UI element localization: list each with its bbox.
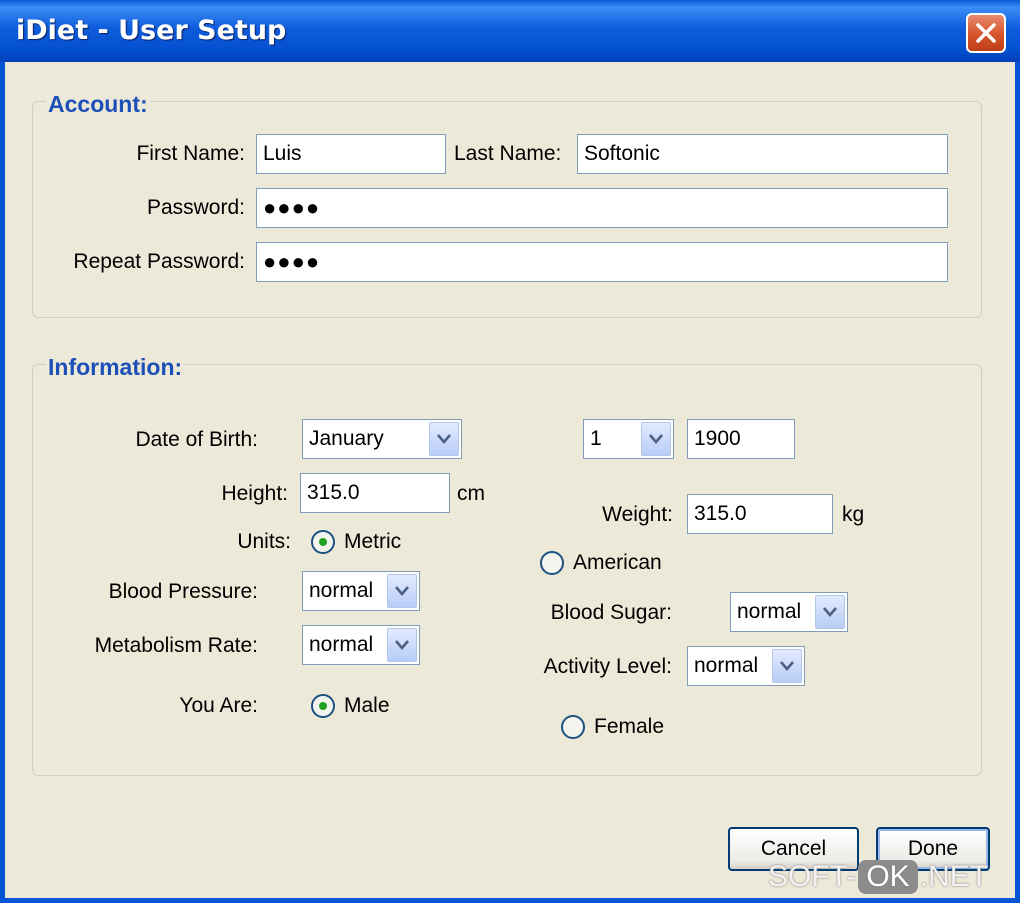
chevron-down-icon[interactable] [429, 422, 459, 456]
close-icon [976, 23, 996, 43]
chevron-down-icon[interactable] [772, 649, 802, 683]
watermark-middle: OK [858, 860, 918, 894]
activity-level-value: normal [694, 654, 759, 677]
blood-sugar-label: Blood Sugar: [550, 601, 672, 624]
units-metric-radio[interactable] [311, 530, 335, 554]
blood-pressure-value: normal [309, 579, 374, 602]
activity-level-label: Activity Level: [543, 655, 672, 678]
blood-sugar-select[interactable]: normal [730, 592, 848, 632]
blood-pressure-label: Blood Pressure: [108, 580, 258, 603]
dob-month-select[interactable]: January [302, 419, 462, 459]
title-bar[interactable]: iDiet - User Setup [0, 0, 1020, 62]
metabolism-label: Metabolism Rate: [94, 634, 258, 657]
gender-female-radio[interactable] [561, 715, 585, 739]
units-american-label[interactable]: American [573, 551, 662, 575]
gender-male-radio[interactable] [311, 694, 335, 718]
weight-unit: kg [842, 503, 865, 526]
dob-year-field[interactable]: 1900 [687, 419, 795, 459]
blood-sugar-value: normal [737, 600, 802, 623]
height-label: Height: [221, 482, 288, 505]
weight-field[interactable]: 315.0 [687, 494, 833, 534]
gender-female-label[interactable]: Female [594, 715, 664, 739]
gender-male-label[interactable]: Male [344, 694, 390, 718]
activity-level-select[interactable]: normal [687, 646, 805, 686]
dob-label: Date of Birth: [135, 428, 258, 451]
dob-day-value: 1 [590, 427, 602, 450]
password-field[interactable]: ●●●● [256, 188, 948, 228]
window-frame-right [1015, 62, 1020, 903]
watermark: SOFT- OK .NET [768, 857, 988, 897]
close-button[interactable] [966, 13, 1006, 53]
weight-label: Weight: [602, 503, 673, 526]
units-american-radio[interactable] [540, 551, 564, 575]
height-field[interactable]: 315.0 [300, 473, 450, 513]
last-name-field[interactable]: Softonic [577, 134, 948, 174]
window-frame-left [0, 62, 5, 903]
units-metric-label[interactable]: Metric [344, 530, 401, 554]
chevron-down-icon[interactable] [387, 628, 417, 662]
watermark-left: SOFT- [768, 860, 857, 893]
last-name-label: Last Name: [454, 142, 562, 165]
metabolism-value: normal [309, 633, 374, 656]
height-unit: cm [457, 482, 485, 505]
metabolism-select[interactable]: normal [302, 625, 420, 665]
password-label: Password: [146, 196, 245, 219]
dob-day-select[interactable]: 1 [583, 419, 674, 459]
first-name-field[interactable]: Luis [256, 134, 446, 174]
repeat-password-label: Repeat Password: [73, 250, 245, 273]
chevron-down-icon[interactable] [815, 595, 845, 629]
gender-label: You Are: [179, 694, 258, 717]
window-frame-bottom [0, 898, 1020, 903]
user-setup-dialog: iDiet - User Setup Account: First Name: … [0, 0, 1020, 903]
chevron-down-icon[interactable] [641, 422, 671, 456]
account-legend: Account: [46, 91, 150, 118]
window-title: iDiet - User Setup [16, 15, 287, 46]
information-legend: Information: [46, 354, 185, 381]
watermark-right: .NET [919, 860, 989, 893]
blood-pressure-select[interactable]: normal [302, 571, 420, 611]
chevron-down-icon[interactable] [387, 574, 417, 608]
dob-month-value: January [309, 427, 384, 450]
units-label: Units: [237, 530, 291, 553]
radio-selected-dot [319, 538, 327, 546]
first-name-label: First Name: [136, 142, 245, 165]
radio-selected-dot [319, 702, 327, 710]
repeat-password-field[interactable]: ●●●● [256, 242, 948, 282]
